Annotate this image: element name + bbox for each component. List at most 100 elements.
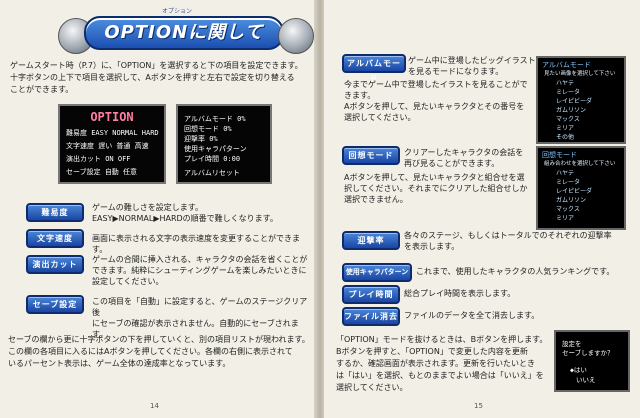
- album-list-item: その他: [556, 134, 575, 141]
- text-speed-desc: 画面に表示される文字の表示速度を変更することができます。: [92, 233, 312, 255]
- right-page: アルバムモード ゲーム中に登場したビッグイラスト を見るモードになります。 今ま…: [324, 0, 640, 418]
- badge-file-delete: ファイル消去: [342, 307, 400, 326]
- badge-save-setting: セーブ設定: [26, 295, 84, 314]
- desc-line: 設定してください。: [92, 277, 164, 286]
- badge-character-pattern: 使用キャラパターン: [342, 263, 412, 282]
- desc-line: これまで、使用したキャラクタの人気ランキングです。: [416, 267, 615, 276]
- page-title: OPTIONに関して: [84, 16, 284, 50]
- desc-line: Aボタンを押して、見たいキャラクタとその番号を: [344, 102, 525, 111]
- footer-line: この欄の各項目に入るにはAボタンを押してください。各欄の右側に表示されて: [8, 347, 293, 356]
- footer-line: は「はい」を選択、もとのままでよい場合は「いいえ」を: [336, 371, 544, 380]
- desc-line: 択してください。それまでにクリアした組合せしか: [344, 184, 528, 193]
- option-screen-title: OPTION: [90, 110, 134, 124]
- row-values: ON OFF: [105, 155, 131, 163]
- album-screen-sub: 見たい画像を選択して下さい: [544, 71, 616, 77]
- row-values: 自動 任意: [104, 168, 138, 176]
- stats-row: 使用キャラパターン: [184, 145, 247, 153]
- title-banner: オプション OPTIONに関して: [58, 8, 314, 54]
- desc-line: を表示します。: [404, 242, 460, 251]
- badge-album-mode: アルバムモード: [342, 54, 406, 83]
- option-row-save: セーブ設定 自動 任意: [66, 167, 137, 177]
- badge-difficulty: 難易度: [26, 203, 84, 222]
- recall-desc-body: Aボタンを押して、見たいキャラクタと組合せを選 択してください。それまでにクリア…: [344, 172, 540, 205]
- desc-line: 選択できません。: [344, 195, 408, 204]
- desc-line: この項目を「自動」に設定すると、ゲームのステージクリア後: [92, 297, 308, 317]
- footer-line: 選択してください。: [336, 383, 408, 392]
- badge-recall-mode: 回想モード: [342, 146, 400, 165]
- album-list-item: レイピビーダ: [556, 98, 593, 105]
- desc-line: クリアーしたキャラクタの会話を: [404, 148, 524, 157]
- recall-screenshot: 回想モード 組み合わせを選択して下さい ハヤテ ミレータ レイピビーダ ガムリソ…: [536, 146, 626, 230]
- row-label: セーブ設定: [66, 168, 101, 176]
- file-delete-desc: ファイルのデータを全て消去します。: [404, 310, 630, 321]
- album-desc-head: ゲーム中に登場したビッグイラスト を見るモードになります。: [408, 55, 538, 77]
- desc-line: ゲーム中に登場したビッグイラスト: [408, 56, 536, 65]
- character-pattern-desc: これまで、使用したキャラクタの人気ランキングです。: [416, 266, 630, 277]
- badge-play-time: プレイ時間: [342, 285, 400, 304]
- row-values: 遅い 普通 高速: [98, 142, 149, 150]
- album-desc-body: 今までゲーム中で登場したイラストを見ることがで きます。 Aボタンを押して、見た…: [344, 79, 540, 123]
- desc-line: ゲームの合間に挿入される、キャラクタの会話を省くことが: [92, 255, 308, 264]
- desc-line: きます。: [344, 91, 376, 100]
- footer-line: するか、確認画面が表示されます。更新を行いたいとき: [336, 359, 536, 368]
- recall-list-item: ミレータ: [556, 179, 581, 186]
- footer-line: いるパーセント表示は、ゲーム全体の達成率となっています。: [8, 359, 231, 368]
- intercept-desc: 各々のステージ、もしくはトータルでのそれぞれの迎撃率 を表示します。: [404, 230, 630, 252]
- effect-cut-desc: ゲームの合間に挿入される、キャラクタの会話を省くことが できます。純粋にシューテ…: [92, 254, 312, 287]
- recall-list-item: ミリア: [556, 215, 575, 222]
- title-ruby: オプション: [162, 8, 193, 15]
- row-label: 難易度: [66, 129, 87, 137]
- save-no-option: いいえ: [576, 376, 596, 384]
- option-row-cut: 演出カット ON OFF: [66, 154, 131, 164]
- recall-list-item: レイピビーダ: [556, 188, 593, 195]
- recall-desc-head: クリアーしたキャラクタの会話を 再び見ることができます。: [404, 147, 536, 169]
- desc-line: 各々のステージ、もしくはトータルでのそれぞれの迎撃率: [404, 231, 612, 240]
- row-label: 演出カット: [66, 155, 101, 163]
- badge-effect-cut: 演出カット: [26, 255, 84, 274]
- stats-row: 回想モード 0%: [184, 125, 232, 133]
- recall-list-item: ガムリソン: [556, 197, 587, 204]
- intro-line: 十字ボタンの上下で項目を選択して、Aボタンを押すと左右で設定を切り替える: [10, 73, 295, 82]
- save-yes-option: ◆はい: [570, 366, 587, 374]
- save-question-line: セーブしますか？: [562, 349, 614, 357]
- stats-screenshot: アルバムモード 0% 回想モード 0% 迎撃率 0% 使用キャラパターン プレイ…: [176, 104, 272, 184]
- stats-row: 迎撃率 0%: [184, 135, 218, 143]
- badge-text-speed: 文字速度: [26, 229, 84, 248]
- play-time-desc: 総合プレイ時間を表示します。: [404, 288, 630, 299]
- page-number-right: 15: [474, 402, 483, 410]
- intro-text: ゲームスタート時（P.7）に、「OPTION」を選択すると下の項目を設定できます…: [10, 60, 310, 96]
- recall-list-item: マックス: [556, 206, 580, 213]
- stats-row: プレイ時間 0:00: [184, 155, 241, 163]
- album-list-item: マックス: [556, 116, 580, 123]
- desc-line: 総合プレイ時間を表示します。: [404, 289, 516, 298]
- left-page: オプション OPTIONに関して ゲームスタート時（P.7）に、「OPTION」…: [0, 0, 316, 418]
- row-label: 文字速度: [66, 142, 94, 150]
- desc-line: を見るモードになります。: [408, 67, 504, 76]
- stats-row: アルバムモード 0%: [184, 115, 246, 123]
- desc-line: できます。純粋にシューティングゲームを楽しみたいときに: [92, 266, 307, 275]
- intro-line: ことができます。: [10, 85, 74, 94]
- recall-list-item: ハヤテ: [556, 170, 575, 177]
- desc-line: 画面に表示される文字の表示速度を変更することができます。: [92, 234, 300, 254]
- right-footer-text: 「OPTION」モードを抜けるときは、Bボタンを押します。 Bボタンを押すと、「…: [336, 334, 548, 394]
- desc-line: 再び見ることができます。: [404, 159, 500, 168]
- album-list-item: ガムリソン: [556, 107, 587, 114]
- row-values: EASY NORMAL HARD: [91, 129, 159, 137]
- save-confirm-screenshot: 設定を セーブしますか？ ◆はい いいえ: [554, 330, 630, 392]
- desc-line: Aボタンを押して、見たいキャラクタと組合せを選: [344, 173, 525, 182]
- sphere-ornament-icon: [278, 18, 314, 54]
- footer-line: セーブの欄から更に十字ボタンの下を押していくと、別の項目リストが現われます。: [8, 335, 310, 344]
- album-list-item: ハヤテ: [556, 80, 575, 87]
- left-footer-text: セーブの欄から更に十字ボタンの下を押していくと、別の項目リストが現われます。 こ…: [8, 334, 312, 370]
- intro-line: ゲームスタート時（P.7）に、「OPTION」を選択すると下の項目を設定できます…: [10, 61, 303, 70]
- page-number-left: 14: [150, 402, 159, 410]
- manual-spread: オプション OPTIONに関して ゲームスタート時（P.7）に、「OPTION」…: [0, 0, 640, 418]
- desc-line: EASY▶NORMAL▶HARDの順番で難しくなります。: [92, 214, 278, 223]
- footer-line: Bボタンを押すと、「OPTION」で変更した内容を更新: [336, 347, 528, 356]
- album-list-item: ミリア: [556, 125, 575, 132]
- footer-line: 「OPTION」モードを抜けるときは、Bボタンを押します。: [336, 335, 548, 344]
- desc-line: 選択してください。: [344, 113, 416, 122]
- option-row-text-speed: 文字速度 遅い 普通 高速: [66, 141, 149, 151]
- album-screenshot: アルバムモード 見たい画像を選択して下さい ハヤテ ミレータ レイピビーダ ガム…: [536, 56, 626, 144]
- desc-line: ファイルのデータを全て消去します。: [404, 311, 540, 320]
